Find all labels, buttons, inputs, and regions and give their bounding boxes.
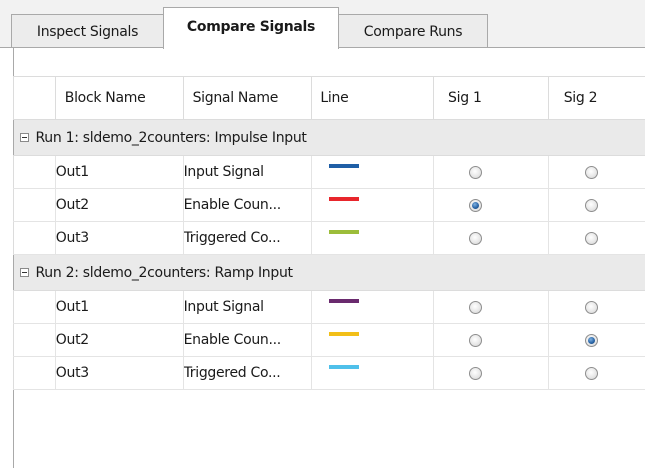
row-spacer	[13, 155, 56, 189]
collapse-icon[interactable]	[19, 133, 29, 142]
run-group-cell: Run 1: sldemo_2counters: Impulse Input	[13, 119, 645, 156]
run-group-row[interactable]: Run 2: sldemo_2counters: Ramp Input	[13, 254, 645, 291]
header-sig2[interactable]: Sig 2	[548, 76, 645, 120]
header-line[interactable]: Line	[311, 76, 435, 120]
table-row[interactable]: Out3 Triggered Co...	[13, 356, 645, 390]
line-cell	[311, 188, 435, 222]
sig2-radio[interactable]	[584, 300, 598, 314]
block-name-cell: Out3	[55, 221, 184, 255]
table-row[interactable]: Out2 Enable Coun...	[13, 188, 645, 222]
line-cell	[311, 356, 435, 390]
sig1-cell	[433, 290, 549, 324]
sig2-cell	[548, 323, 645, 357]
signal-name-cell: Enable Coun...	[183, 323, 313, 357]
header-sig1[interactable]: Sig 1	[433, 76, 549, 120]
table-row[interactable]: Out3 Triggered Co...	[13, 221, 645, 255]
run-group-cell: Run 2: sldemo_2counters: Ramp Input	[13, 254, 645, 291]
sig1-cell	[433, 221, 549, 255]
header-blank	[13, 76, 56, 120]
table-row[interactable]: Out1 Input Signal	[13, 290, 645, 324]
sig1-radio[interactable]	[469, 231, 483, 245]
sig2-radio[interactable]	[584, 198, 598, 212]
sig2-radio[interactable]	[584, 333, 598, 347]
sig2-cell	[548, 221, 645, 255]
signal-name-cell: Input Signal	[183, 290, 313, 324]
block-name-cell: Out1	[55, 290, 184, 324]
line-cell	[311, 323, 435, 357]
block-name-cell: Out3	[55, 356, 184, 390]
line-swatch[interactable]	[329, 230, 360, 234]
sig1-radio[interactable]	[469, 165, 483, 179]
block-name-cell: Out1	[55, 155, 184, 189]
table-row[interactable]: Out1 Input Signal	[13, 155, 645, 189]
sig2-radio[interactable]	[584, 231, 598, 245]
tab-compare-signals[interactable]: Compare Signals	[163, 7, 339, 49]
line-swatch[interactable]	[329, 332, 360, 336]
sig1-radio[interactable]	[469, 366, 483, 380]
line-swatch[interactable]	[329, 299, 360, 303]
row-spacer	[13, 356, 56, 390]
sig2-cell	[548, 155, 645, 189]
tab-compare-runs[interactable]: Compare Runs	[338, 14, 488, 47]
signal-name-cell: Input Signal	[183, 155, 313, 189]
line-swatch[interactable]	[329, 197, 360, 201]
signal-name-cell: Triggered Co...	[183, 221, 313, 255]
header-block-name[interactable]: Block Name	[55, 76, 184, 120]
run-group-row[interactable]: Run 1: sldemo_2counters: Impulse Input	[13, 119, 645, 156]
line-cell	[311, 221, 435, 255]
row-spacer	[13, 188, 56, 222]
signals-table: Block Name Signal Name Line Sig 1 Sig 2 …	[13, 76, 645, 390]
sig2-cell	[548, 290, 645, 324]
run-group-label: Run 1: sldemo_2counters: Impulse Input	[35, 129, 307, 146]
sig1-cell	[433, 188, 549, 222]
sig2-cell	[548, 188, 645, 222]
sig2-cell	[548, 356, 645, 390]
run-group-label: Run 2: sldemo_2counters: Ramp Input	[35, 264, 294, 281]
sig1-cell	[433, 323, 549, 357]
sig1-radio[interactable]	[469, 300, 483, 314]
block-name-cell: Out2	[55, 323, 184, 357]
table-row[interactable]: Out2 Enable Coun...	[13, 323, 645, 357]
tab-inspect-signals[interactable]: Inspect Signals	[11, 14, 164, 47]
row-spacer	[13, 290, 56, 324]
sig1-cell	[433, 356, 549, 390]
row-spacer	[13, 323, 56, 357]
line-cell	[311, 290, 435, 324]
sig1-radio[interactable]	[469, 333, 483, 347]
row-spacer	[13, 221, 56, 255]
collapse-icon[interactable]	[19, 268, 29, 277]
line-swatch[interactable]	[329, 365, 360, 369]
sig2-radio[interactable]	[584, 165, 598, 179]
sig1-cell	[433, 155, 549, 189]
tab-strip: Inspect Signals Compare Signals Compare …	[0, 0, 645, 49]
line-swatch[interactable]	[329, 164, 360, 168]
line-cell	[311, 155, 435, 189]
sig1-radio[interactable]	[469, 198, 483, 212]
sig2-radio[interactable]	[584, 366, 598, 380]
table-header-row: Block Name Signal Name Line Sig 1 Sig 2	[13, 76, 645, 120]
signal-name-cell: Enable Coun...	[183, 188, 313, 222]
signal-name-cell: Triggered Co...	[183, 356, 313, 390]
header-signal-name[interactable]: Signal Name	[183, 76, 313, 120]
block-name-cell: Out2	[55, 188, 184, 222]
